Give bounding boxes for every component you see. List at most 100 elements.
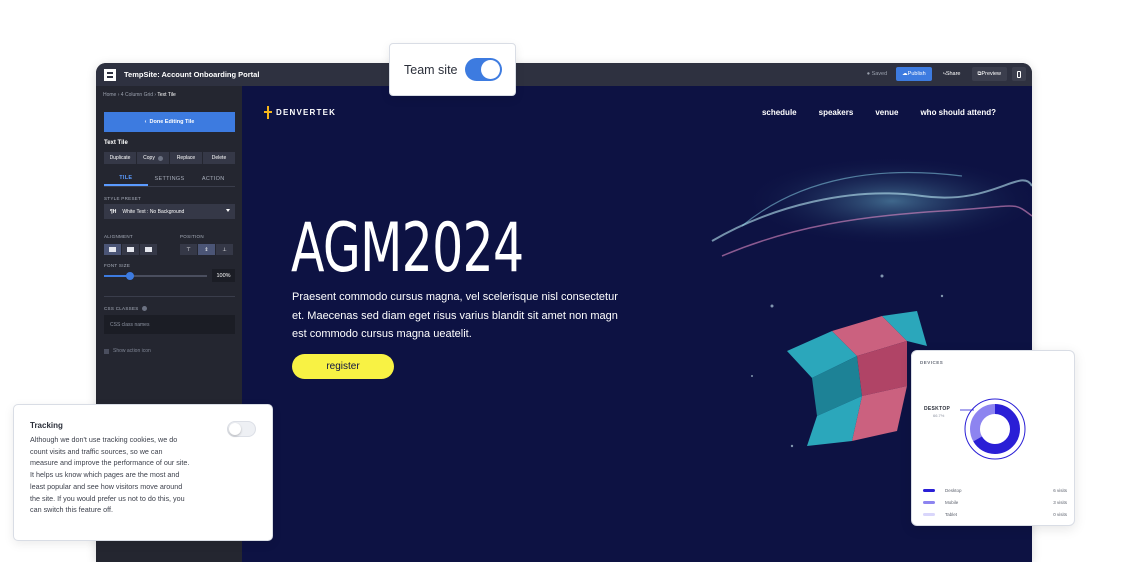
- css-classes-label: CSS CLASSES: [104, 306, 147, 312]
- breadcrumb: Home › 4 Column Grid › Text Tile: [103, 92, 176, 98]
- nav-speakers[interactable]: speakers: [819, 108, 854, 117]
- replace-button[interactable]: Replace: [170, 152, 202, 164]
- font-size-value[interactable]: 100%: [212, 269, 235, 282]
- app-title: TempSite: Account Onboarding Portal: [124, 70, 260, 79]
- toggle-knob: [229, 423, 241, 435]
- nav-who-should-attend[interactable]: who should attend?: [920, 108, 996, 117]
- hero-title: AGM2024: [291, 209, 524, 288]
- css-classes-label-text: CSS CLASSES: [104, 306, 139, 311]
- saved-status: ● Saved: [866, 71, 888, 77]
- align-right-button[interactable]: [140, 244, 157, 255]
- legend-value-tablet: 0 visits: [1053, 511, 1067, 517]
- nav-venue[interactable]: venue: [875, 108, 898, 117]
- preview-button[interactable]: ⧉ Preview: [971, 67, 1007, 81]
- info-icon: [141, 306, 147, 312]
- tracking-toggle[interactable]: [227, 421, 256, 437]
- position-bottom-button[interactable]: ⊥: [216, 244, 233, 255]
- delete-button[interactable]: Delete: [203, 152, 235, 164]
- publish-button[interactable]: ☁ Publish: [896, 67, 932, 81]
- align-right-icon: [145, 247, 152, 252]
- team-site-toggle[interactable]: [465, 58, 502, 81]
- hero-text: Praesent commodo cursus magna, vel scele…: [292, 291, 618, 340]
- font-size-label: FONT SIZE: [104, 263, 131, 268]
- align-left-button[interactable]: [104, 244, 121, 255]
- saved-label: Saved: [871, 71, 888, 77]
- tile-actions: Duplicate Copy Replace Delete: [104, 152, 235, 164]
- style-preset-select[interactable]: ¶H White Text : No Background: [104, 204, 235, 219]
- editor-topbar: TempSite: Account Onboarding Portal ● Sa…: [96, 63, 1032, 86]
- tab-settings[interactable]: SETTINGS: [148, 172, 192, 186]
- team-site-card: Team site: [389, 43, 516, 96]
- style-preset-value: White Text : No Background: [122, 208, 185, 215]
- breadcrumb-current: Text Tile: [157, 92, 176, 98]
- tab-action[interactable]: ACTION: [191, 172, 235, 186]
- breadcrumb-home[interactable]: Home: [103, 92, 116, 98]
- duplicate-button[interactable]: Duplicate: [104, 152, 136, 164]
- position-middle-icon: ⇕: [204, 246, 209, 253]
- mobile-preview-button[interactable]: [1012, 67, 1026, 81]
- done-editing-label: Done Editing Tile: [149, 119, 195, 125]
- position-label: POSITION: [180, 234, 204, 239]
- legend-value-mobile: 3 visits: [1053, 499, 1067, 505]
- legend-swatch-tablet: [923, 512, 935, 516]
- copy-info-icon: [157, 155, 163, 161]
- brand-logo[interactable]: DENVERTEK: [264, 106, 336, 119]
- align-left-icon: [109, 247, 116, 252]
- copy-label: Copy: [143, 155, 155, 161]
- share-button[interactable]: ⤷ Share: [937, 67, 967, 81]
- alignment-label: ALIGNMENT: [104, 234, 133, 239]
- legend-label-desktop: Desktop: [945, 487, 962, 493]
- css-classes-input[interactable]: CSS class names: [104, 315, 235, 334]
- style-preset-label: STYLE PRESET: [104, 196, 142, 201]
- team-site-label: Team site: [404, 62, 458, 77]
- align-center-icon: [127, 247, 134, 252]
- font-size-slider-handle[interactable]: [125, 272, 134, 280]
- checkbox-icon: [104, 348, 109, 354]
- desktop-callout-label: DESKTOP: [924, 406, 951, 412]
- desktop-callout-pct: 66.7%: [933, 413, 945, 418]
- page: TempSite: Account Onboarding Portal ● Sa…: [0, 0, 1128, 562]
- nav-schedule[interactable]: schedule: [762, 108, 797, 117]
- legend-swatch-desktop: [923, 488, 935, 492]
- publish-label: Publish: [907, 71, 926, 77]
- site-nav: schedule speakers venue who should atten…: [762, 108, 996, 117]
- devices-card: DEVICES DESKTOP 66.7% Desktop 6 visits M…: [911, 350, 1075, 526]
- brand-name: DENVERTEK: [276, 108, 337, 117]
- tracking-description: Although we don't use tracking cookies, …: [30, 435, 190, 515]
- position-bottom-icon: ⊥: [222, 246, 227, 253]
- legend-item-desktop: Desktop 6 visits: [923, 486, 1067, 494]
- position-buttons: ⊤ ⇕ ⊥: [180, 244, 233, 255]
- align-center-button[interactable]: [122, 244, 139, 255]
- devices-donut-chart: [960, 398, 1026, 460]
- tracking-card: Tracking Although we don't use tracking …: [13, 404, 273, 541]
- register-button[interactable]: register: [292, 354, 394, 379]
- app-logo-icon[interactable]: [104, 68, 116, 81]
- mobile-icon: [1017, 70, 1021, 78]
- show-action-icon-label: Show action icon: [113, 348, 151, 354]
- paragraph-icon: ¶H: [110, 208, 117, 215]
- legend-label-mobile: Mobile: [945, 499, 959, 505]
- section-divider: [104, 296, 235, 297]
- brand-mark-icon: [264, 106, 272, 119]
- legend-item-tablet: Tablet 0 visits: [923, 510, 1067, 518]
- preview-label: Preview: [981, 71, 1001, 77]
- position-top-icon: ⊤: [186, 246, 191, 253]
- tile-title: Text Tile: [104, 140, 128, 146]
- breadcrumb-grid[interactable]: 4 Column Grid: [121, 92, 153, 98]
- tracking-title: Tracking: [30, 421, 63, 430]
- position-top-button[interactable]: ⊤: [180, 244, 197, 255]
- legend-value-desktop: 6 visits: [1053, 487, 1067, 493]
- chevron-down-icon: [226, 209, 230, 212]
- copy-button[interactable]: Copy: [137, 152, 169, 164]
- done-editing-button[interactable]: ‹ Done Editing Tile: [104, 112, 235, 132]
- legend-label-tablet: Tablet: [945, 511, 958, 517]
- show-action-icon-checkbox[interactable]: Show action icon: [104, 348, 151, 354]
- toggle-knob: [481, 60, 500, 79]
- font-size-slider[interactable]: [104, 272, 207, 280]
- position-middle-button[interactable]: ⇕: [198, 244, 215, 255]
- legend-item-mobile: Mobile 3 visits: [923, 498, 1067, 506]
- share-label: Share: [945, 71, 961, 77]
- tab-tile[interactable]: TILE: [104, 172, 148, 186]
- alignment-buttons: [104, 244, 157, 255]
- devices-title: DEVICES: [920, 360, 944, 365]
